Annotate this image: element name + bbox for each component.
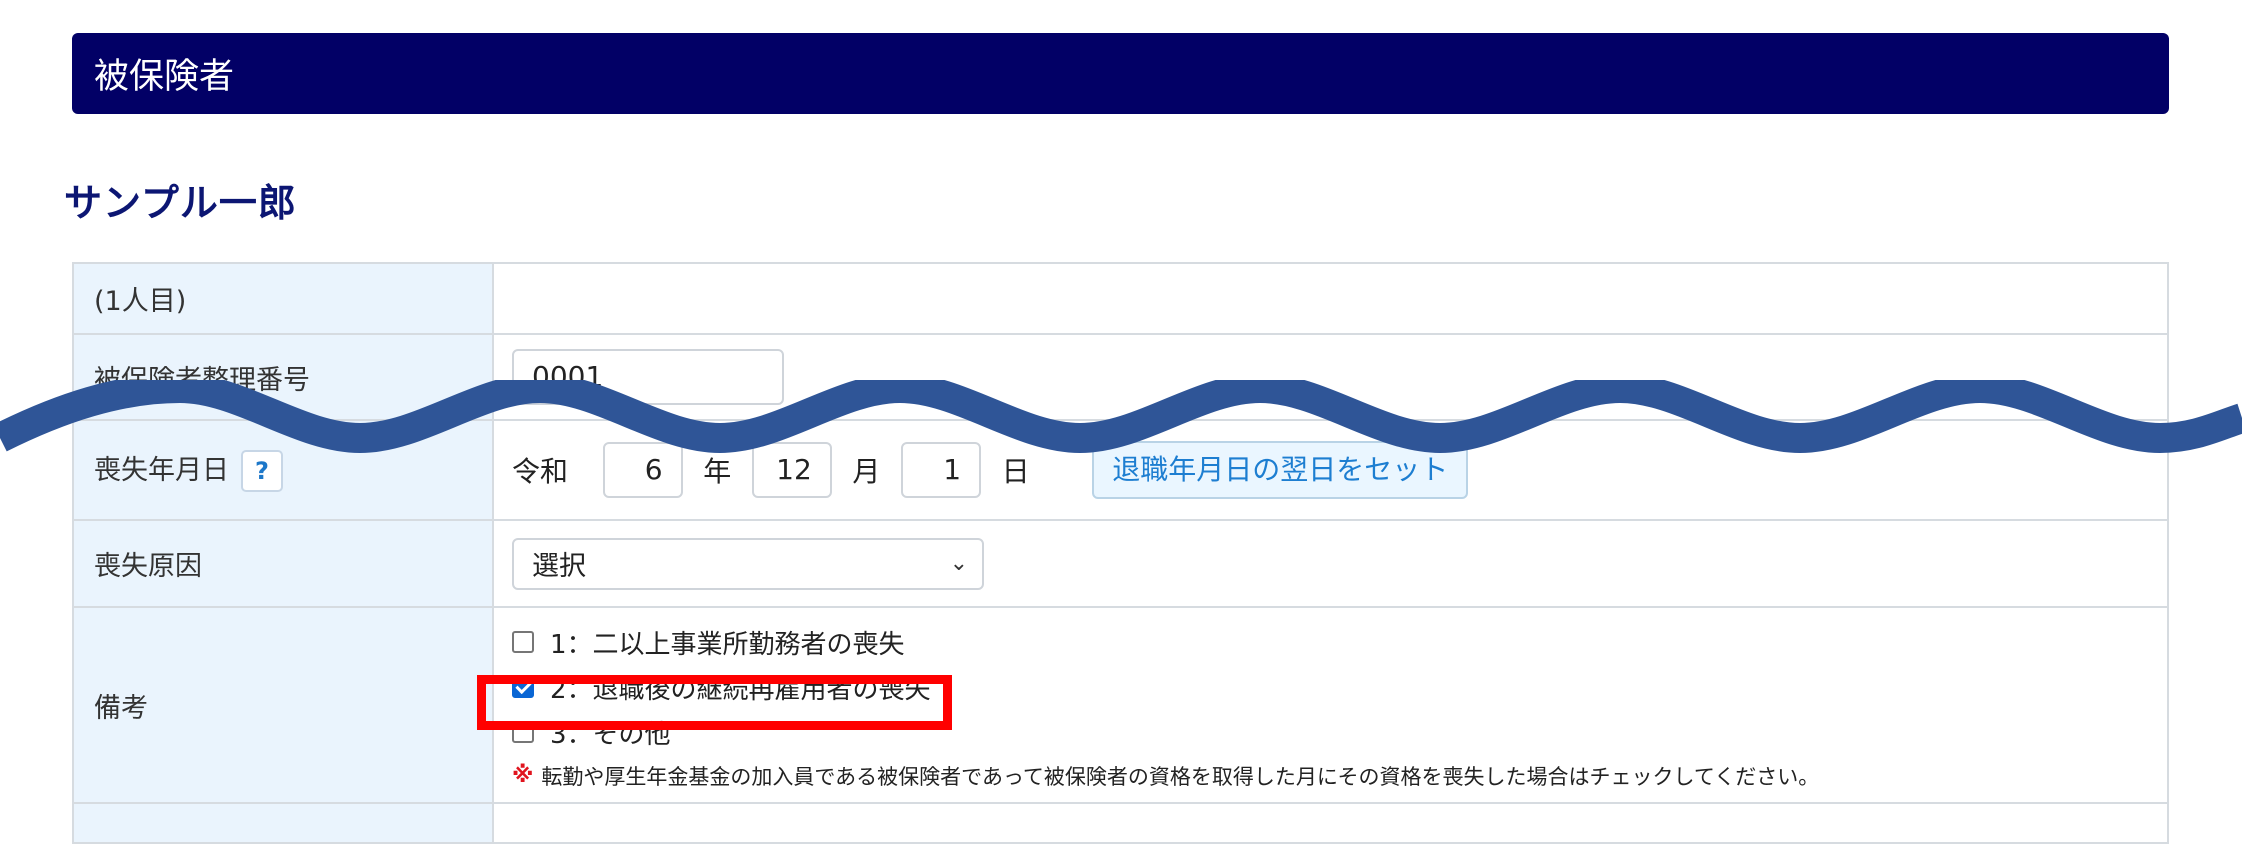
note-text: 転勤や厚生年金基金の加入員である被保険者であって被保険者の資格を取得した月にその… <box>541 764 1820 789</box>
row-remarks: 備考 1：二以上事業所勤務者の喪失 2：退職後の継続再雇用者の喪失 3：その他 … <box>72 606 2169 804</box>
section-title: 被保険者 <box>94 57 235 97</box>
chevron-down-icon: ⌄ <box>949 551 968 576</box>
remarks-label: 備考 <box>72 606 494 804</box>
remark-option-1-label: 1：二以上事業所勤務者の喪失 <box>550 629 905 660</box>
row-loss-reason: 喪失原因 選択 ⌄ <box>72 519 2169 608</box>
highlight-annotation <box>477 675 952 730</box>
person-name: サンプル一郎 <box>64 181 297 225</box>
row-next <box>72 802 2169 844</box>
row-person-index: (1人目) <box>72 262 2169 335</box>
next-row-label <box>72 802 494 844</box>
loss-reason-cell: 選択 ⌄ <box>492 519 2169 608</box>
note-mark: ※ <box>512 763 534 788</box>
person-index-label: (1人目) <box>72 262 494 335</box>
remark-option-1-checkbox[interactable] <box>512 631 534 653</box>
next-row-cell <box>492 802 2169 844</box>
loss-reason-label: 喪失原因 <box>72 519 494 608</box>
loss-reason-select[interactable]: 選択 ⌄ <box>512 537 984 590</box>
section-header: 被保険者 <box>72 33 2169 114</box>
wave-path <box>0 380 2242 454</box>
wave-divider <box>0 380 2242 454</box>
remarks-note: ※ 転勤や厚生年金基金の加入員である被保険者であって被保険者の資格を取得した月に… <box>512 761 2167 791</box>
person-index-cell <box>492 262 2169 335</box>
insured-person-form: (1人目) 被保険者整理番号 0001 喪失年月日? 令和 6 年 12 月 1… <box>72 262 2169 844</box>
remark-option-1[interactable]: 1：二以上事業所勤務者の喪失 <box>512 620 2167 665</box>
loss-reason-selected: 選択 <box>532 551 586 582</box>
